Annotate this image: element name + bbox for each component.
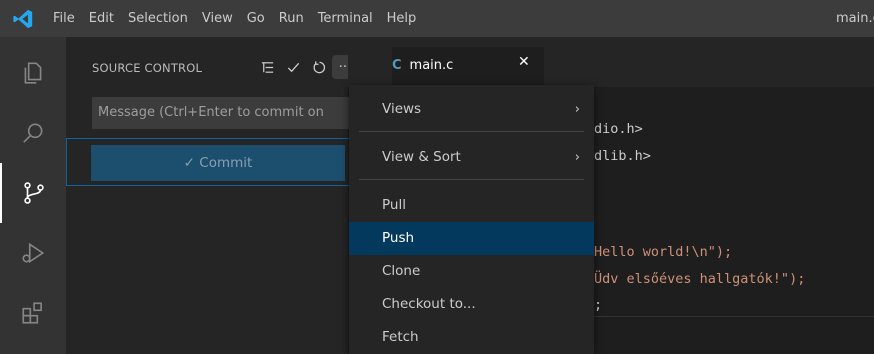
menu-terminal[interactable]: Terminal: [311, 0, 380, 37]
menu-go[interactable]: Go: [240, 0, 272, 37]
title-bar: File Edit Selection View Go Run Terminal…: [0, 0, 874, 37]
submenu-chevron-icon: ›: [574, 150, 580, 165]
more-actions-menu: Views › View & Sort › Pull Push Clone Ch…: [349, 85, 594, 354]
code-line-5: ;: [594, 297, 603, 313]
code-line-2: dlib.h>: [594, 148, 651, 164]
menu-help[interactable]: Help: [380, 0, 424, 37]
menu-run[interactable]: Run: [272, 0, 311, 37]
tab-close-icon[interactable]: ✕: [518, 54, 530, 70]
source-control-icon[interactable]: [0, 163, 66, 223]
code-line-3: Hello world!\n");: [594, 244, 733, 260]
search-icon[interactable]: [0, 103, 66, 163]
menu-separator: [359, 179, 584, 180]
source-control-panel: SOURCE CONTROL ··· Message (Ctrl+Enter t…: [66, 37, 362, 354]
menu-item-label: View & Sort: [382, 149, 461, 165]
explorer-icon[interactable]: [0, 43, 66, 103]
panel-actions: ···: [254, 55, 358, 79]
menu-item-clone[interactable]: Clone: [349, 255, 594, 288]
menu-item-checkout[interactable]: Checkout to...: [349, 288, 594, 321]
commit-check-icon[interactable]: [280, 55, 306, 79]
current-line-highlight: [594, 316, 874, 317]
menu-separator: [359, 131, 584, 132]
extensions-icon[interactable]: [0, 283, 66, 343]
menu-edit[interactable]: Edit: [82, 0, 121, 37]
code-line-4: Üdv elsőéves hallgatók!");: [594, 271, 806, 287]
menu-item-views[interactable]: Views ›: [349, 93, 594, 126]
submenu-chevron-icon: ›: [574, 102, 580, 117]
tab-main-c-label-group[interactable]: C main.c: [392, 47, 453, 83]
menu-item-view-sort[interactable]: View & Sort ›: [349, 141, 594, 174]
commit-button[interactable]: ✓ Commit: [91, 145, 345, 181]
tab-label: main.c: [409, 57, 454, 73]
c-file-icon: C: [392, 57, 402, 73]
vscode-logo-icon: [0, 0, 46, 37]
run-debug-icon[interactable]: [0, 223, 66, 283]
commit-message-input[interactable]: Message (Ctrl+Enter to commit on: [92, 97, 362, 129]
activity-bar: [0, 37, 66, 354]
menu-item-push[interactable]: Push: [349, 222, 594, 255]
menu-item-pull[interactable]: Pull: [349, 189, 594, 222]
panel-title: SOURCE CONTROL: [92, 61, 203, 75]
menu-view[interactable]: View: [195, 0, 240, 37]
menu-item-fetch[interactable]: Fetch: [349, 321, 594, 354]
refresh-icon[interactable]: [306, 55, 332, 79]
menu-item-label: Views: [382, 101, 422, 117]
window-title: main.c: [836, 11, 874, 26]
menu-file[interactable]: File: [46, 0, 82, 37]
code-line-1: dio.h>: [594, 121, 643, 137]
view-as-tree-icon[interactable]: [254, 55, 280, 79]
menu-selection[interactable]: Selection: [121, 0, 195, 37]
